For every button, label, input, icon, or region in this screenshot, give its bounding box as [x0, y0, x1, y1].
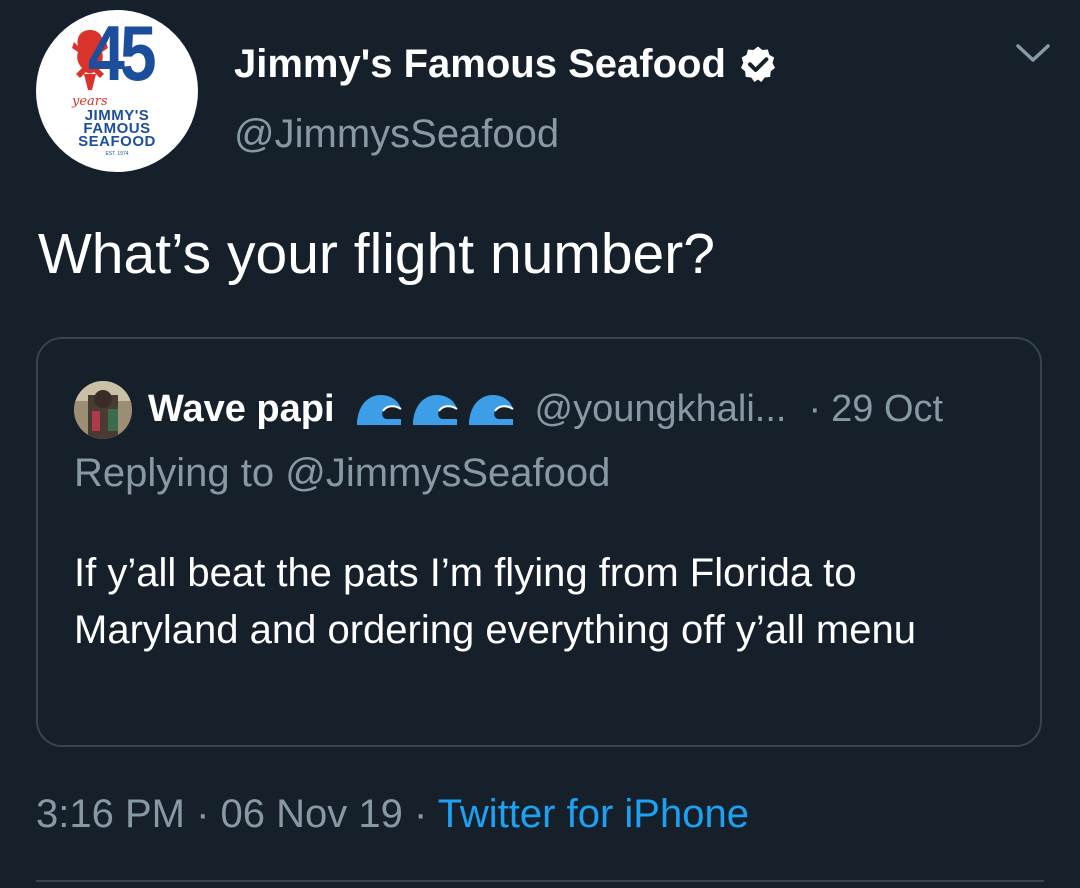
author-avatar[interactable]: 45 years JIMMY'S FAMOUS SEAFOOD EST. 197…: [36, 10, 198, 172]
quoted-tweet-text: If y’all beat the pats I’m flying from F…: [74, 551, 916, 652]
author-display-name[interactable]: Jimmy's Famous Seafood: [234, 44, 726, 84]
tweet-date[interactable]: 06 Nov 19: [221, 792, 403, 836]
water-wave-icon: [412, 395, 458, 425]
quoted-tweet-card[interactable]: Wave papi @youngkhali... · 29 Oct Replyi…: [36, 337, 1042, 747]
author-handle[interactable]: @JimmysSeafood: [234, 110, 559, 158]
meta-separator: ·: [184, 792, 221, 836]
author-name-row[interactable]: Jimmy's Famous Seafood: [234, 34, 778, 94]
quoted-tweet-date[interactable]: 29 Oct: [831, 388, 943, 431]
meta-separator: ·: [402, 792, 438, 836]
tweet-time[interactable]: 3:16 PM: [36, 792, 185, 836]
water-wave-icon: [356, 395, 402, 425]
quoted-tweet-header: Wave papi @youngkhali... · 29 Oct: [148, 379, 943, 439]
quoted-author-avatar[interactable]: [74, 381, 132, 439]
quoted-avatar-photo: [74, 381, 132, 439]
tweet-header: 45 years JIMMY'S FAMOUS SEAFOOD EST. 197…: [36, 10, 1050, 175]
quoted-author-name[interactable]: Wave papi: [148, 388, 335, 431]
avatar-est-text: EST. 1974: [105, 151, 129, 157]
divider: [36, 880, 1044, 882]
wave-emoji-group: [353, 389, 521, 429]
tweet-text: What’s your flight number?: [38, 222, 715, 286]
quoted-author-handle[interactable]: @youngkhali...: [535, 388, 787, 431]
tweet-source-link[interactable]: Twitter for iPhone: [438, 792, 749, 836]
header-separator: ·: [808, 387, 822, 430]
chevron-down-icon[interactable]: [1014, 40, 1052, 66]
replying-to-text: Replying to @JimmysSeafood: [74, 451, 611, 495]
water-wave-icon: [468, 395, 514, 425]
verified-badge-icon: [740, 46, 775, 82]
avatar-brand-line-3: SEAFOOD: [78, 133, 156, 150]
tweet-meta: 3:16 PM · 06 Nov 19 · Twitter for iPhone: [36, 790, 749, 838]
avatar-anniversary-number: 45: [88, 10, 157, 97]
